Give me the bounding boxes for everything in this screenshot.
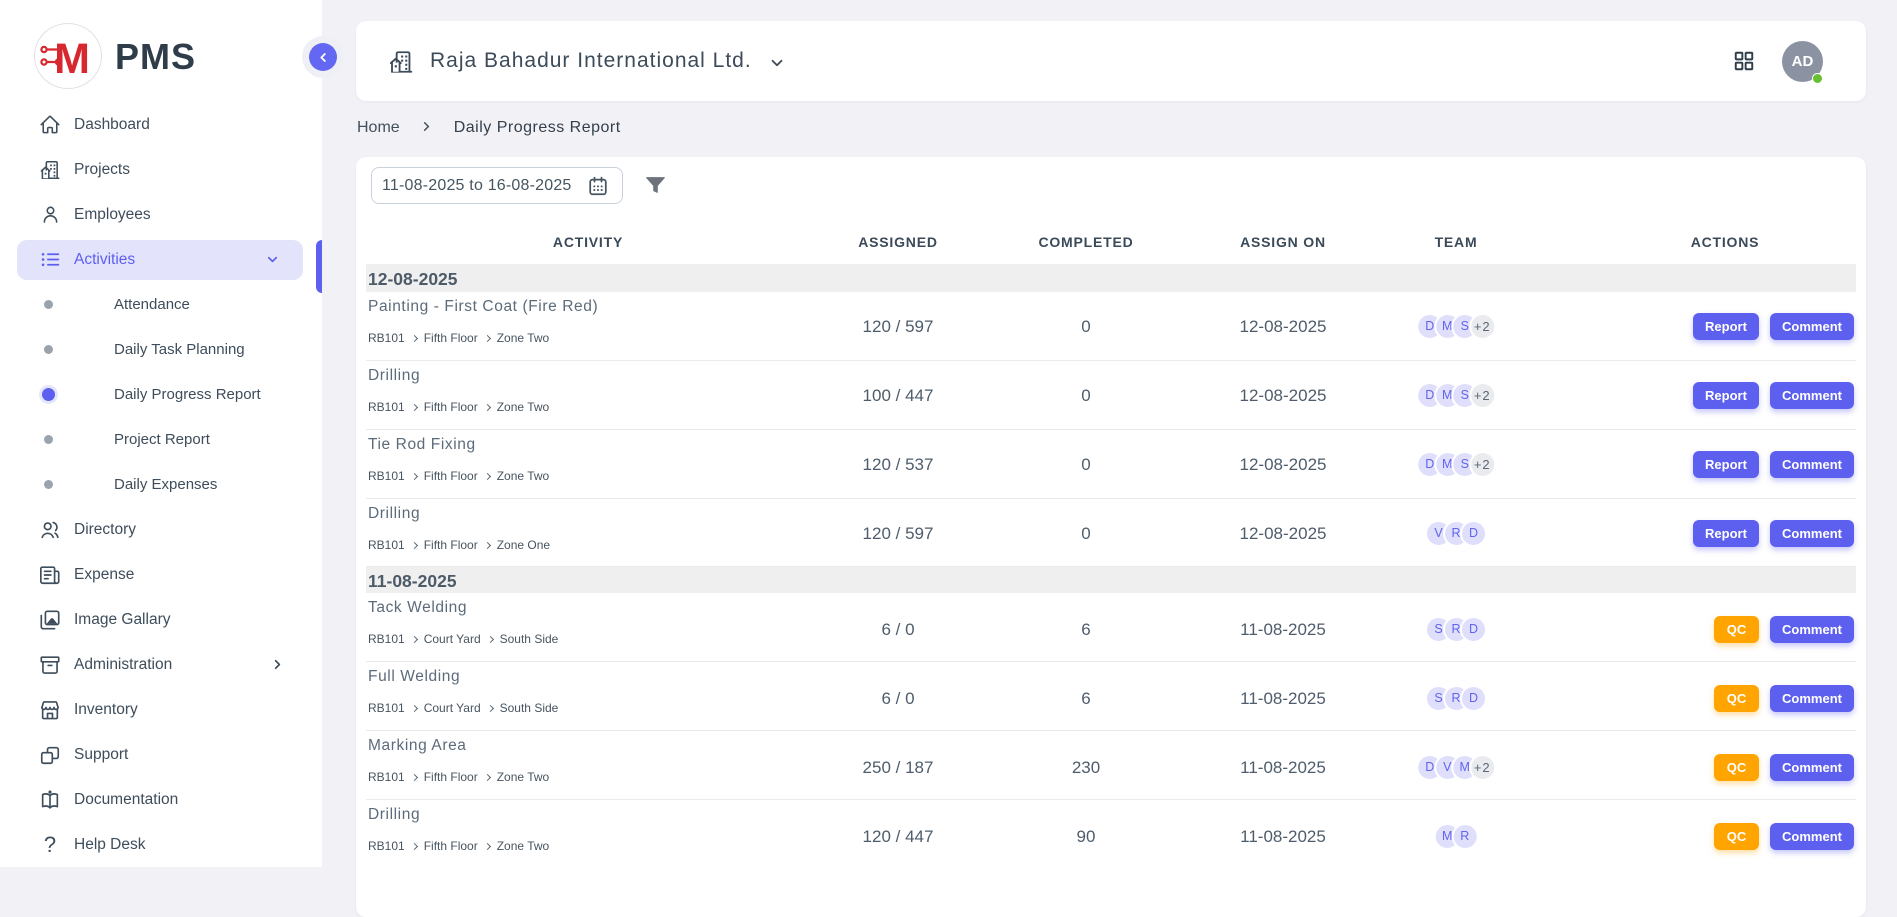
svg-text:M: M — [54, 35, 90, 83]
